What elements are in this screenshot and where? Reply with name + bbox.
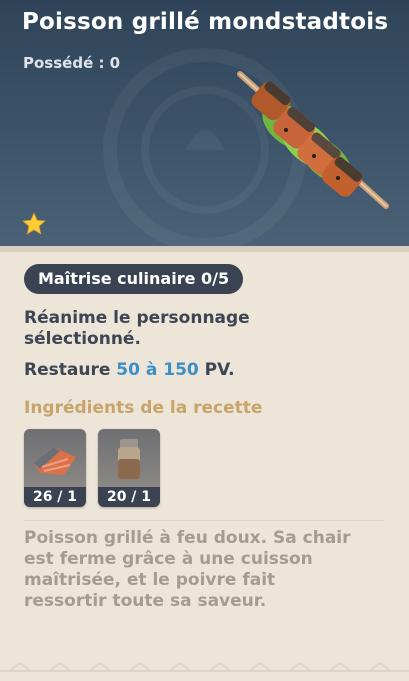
flavor-text: Poisson grillé à feu doux. Sa chair est … (24, 528, 389, 612)
flavor-line-3: maîtrisée, et le poivre fait (24, 570, 276, 590)
item-title: Poisson grillé mondstadtois (22, 9, 389, 35)
item-card: Poisson grillé mondstadtois Possédé : 0 (0, 0, 409, 681)
ingredient-slot-fish[interactable]: 26 / 1 (24, 429, 86, 507)
owned-count: Possédé : 0 (23, 54, 121, 72)
flavor-line-1: Poisson grillé à feu doux. Sa chair (24, 528, 351, 548)
restore-line: Restaure 50 à 150 PV. (24, 360, 235, 380)
ingredient-slot-pepper[interactable]: 20 / 1 (98, 429, 160, 507)
restore-value: 50 à 150 (116, 360, 199, 380)
effect-description: Réanime le personnage sélectionné. (24, 308, 250, 350)
decorative-border-pattern (0, 661, 409, 672)
ingredient-count: 26 / 1 (24, 487, 86, 507)
ingredients-title: Ingrédients de la recette (24, 398, 263, 418)
rarity-star-icon (22, 212, 46, 235)
restore-prefix: Restaure (24, 360, 117, 380)
restore-suffix: PV. (198, 360, 235, 380)
ingredient-count: 20 / 1 (98, 487, 160, 507)
flavor-line-4: ressortir toute sa saveur. (24, 591, 267, 611)
flavor-line-2: est ferme grâce à une cuisson (24, 549, 313, 569)
ingredient-picture (98, 429, 160, 487)
ingredient-picture (24, 429, 86, 487)
item-details: Maîtrise culinaire 0/5 Réanime le person… (0, 252, 409, 681)
pepper-jar-icon (118, 439, 140, 479)
fish-fillet-icon (34, 447, 76, 475)
section-divider (24, 520, 384, 521)
effect-line-1: Réanime le personnage (24, 308, 250, 328)
mastery-badge: Maîtrise culinaire 0/5 (24, 264, 244, 294)
effect-line-2: sélectionné. (24, 329, 141, 349)
grilled-fish-skewer-icon (237, 71, 389, 209)
item-header: Poisson grillé mondstadtois Possédé : 0 (0, 0, 409, 246)
